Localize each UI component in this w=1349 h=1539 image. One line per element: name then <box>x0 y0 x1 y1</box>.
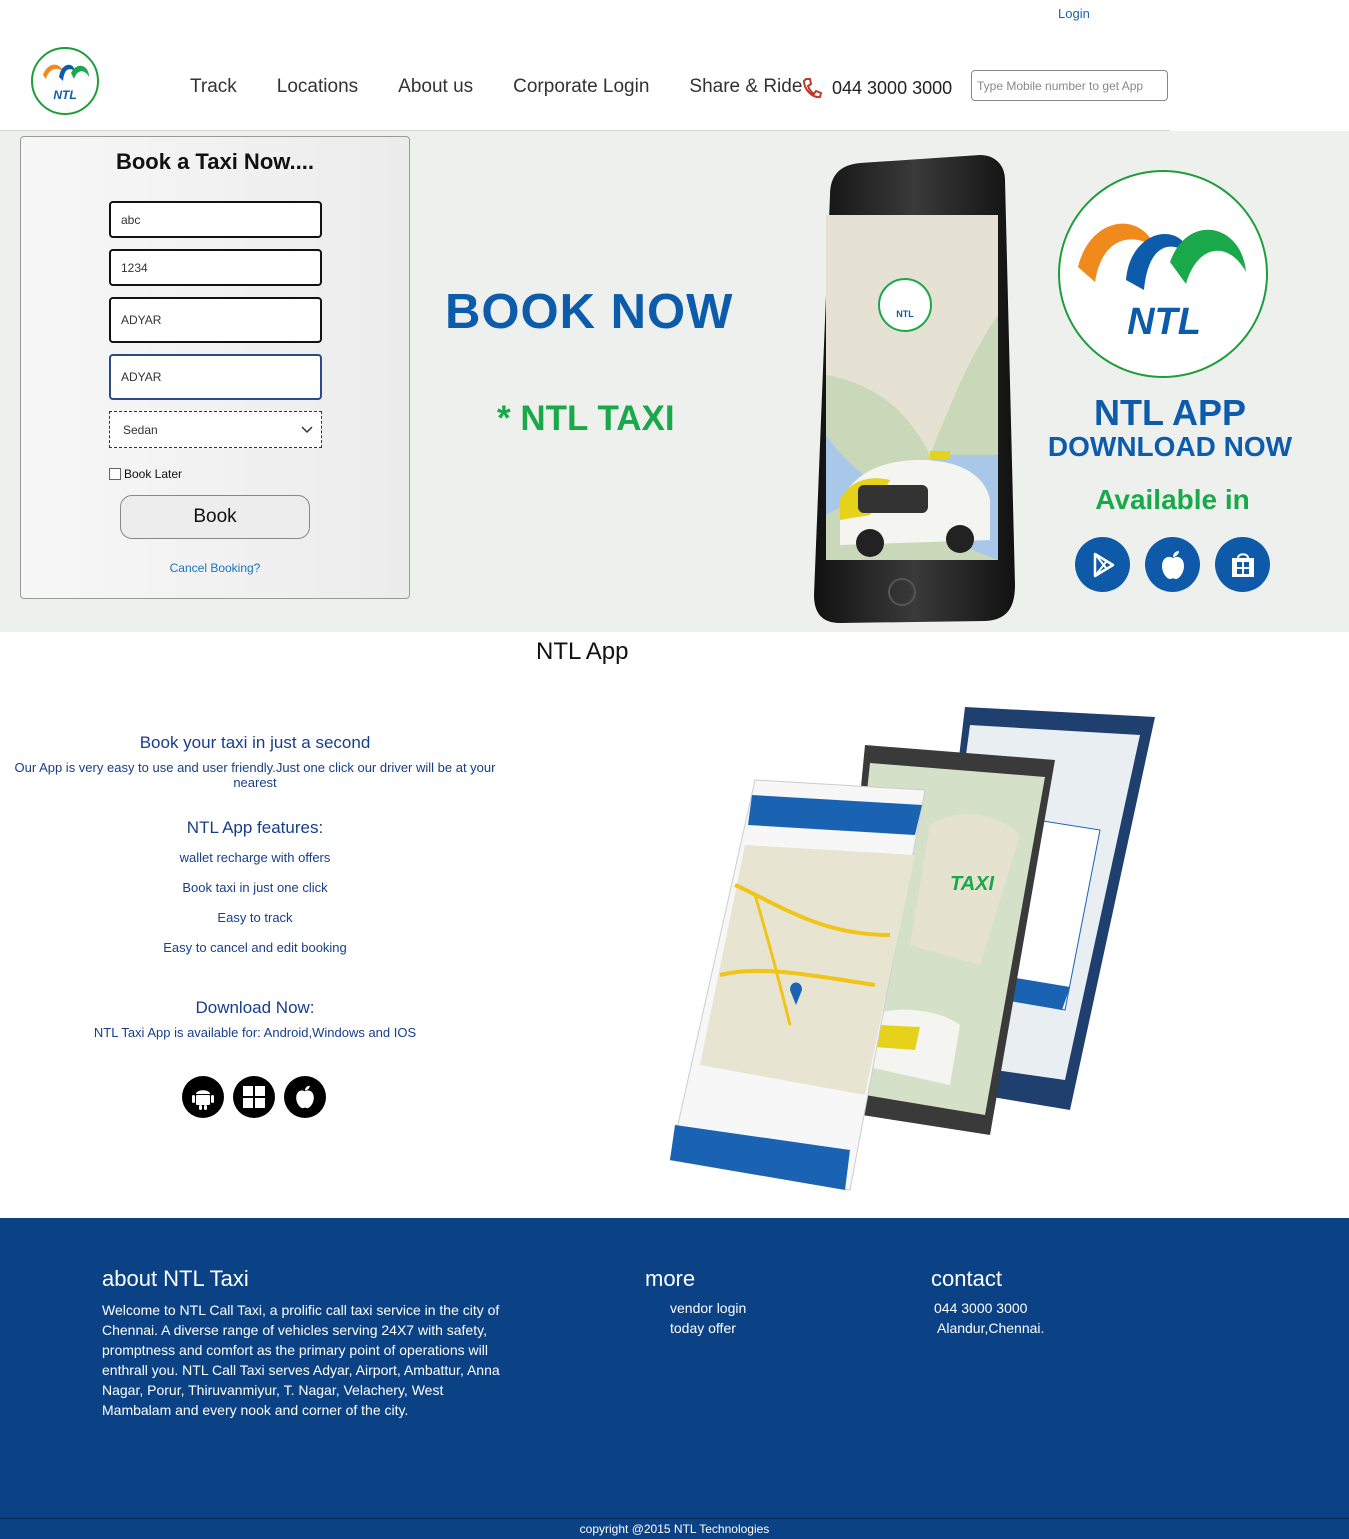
pickup-field[interactable]: ADYAR <box>109 297 322 343</box>
book-later-checkbox[interactable] <box>109 468 121 480</box>
available-in-title: Available in <box>1095 484 1250 515</box>
feature-item: Easy to cancel and edit booking <box>163 940 347 955</box>
windows-store-button[interactable] <box>1215 537 1270 592</box>
features-title: NTL App features: <box>186 818 324 837</box>
android-icon <box>192 1090 214 1110</box>
header-phone: 044 3000 3000 <box>802 77 952 99</box>
svg-text:NTL: NTL <box>53 88 76 102</box>
main-nav: Track Locations About us Corporate Login… <box>190 76 802 98</box>
android-download-button[interactable] <box>182 1076 224 1118</box>
phone-with-taxi-image: NTL <box>814 155 1015 623</box>
book-now-heading: BOOK NOW <box>445 285 734 339</box>
footer-more-title: more <box>645 1266 696 1291</box>
footer-about-title: about NTL Taxi <box>102 1266 249 1291</box>
ntl-app-title: NTL APP <box>1093 392 1246 433</box>
ntl-taxi-heading: * NTL TAXI <box>497 399 675 438</box>
nav-corporate-login[interactable]: Corporate Login <box>513 76 649 98</box>
chevron-down-icon <box>301 425 313 433</box>
apple-icon <box>1161 550 1184 579</box>
ntl-logo-large-icon: NTL <box>1078 223 1246 343</box>
nav-share-ride[interactable]: Share & Ride <box>689 76 802 98</box>
booking-form: Book a Taxi Now.... abc 1234 ADYAR ADYAR… <box>20 136 410 599</box>
windows-icon <box>243 1086 265 1108</box>
app-screenshots-image: TAXI <box>669 707 1155 1191</box>
contact-phone: 044 3000 3000 <box>934 1300 1028 1316</box>
ios-download-button[interactable] <box>284 1076 326 1118</box>
tagline-description: Our App is very easy to use and user fri… <box>14 760 496 790</box>
ntl-app-section-title: NTL App <box>536 638 629 665</box>
nav-about-us[interactable]: About us <box>398 76 473 98</box>
download-now-title: DOWNLOAD NOW <box>1047 431 1293 462</box>
booking-title: Book a Taxi Now.... <box>115 149 315 174</box>
contact-address: Alandur,Chennai. <box>937 1320 1045 1336</box>
feature-item: wallet recharge with offers <box>179 850 331 865</box>
mobile-field[interactable]: 1234 <box>109 249 322 286</box>
name-field[interactable]: abc <box>109 201 322 238</box>
feature-item: Easy to track <box>217 910 293 925</box>
footer: about NTL Taxi Welcome to NTL Call Taxi,… <box>0 1218 1349 1518</box>
hero-banner: Book a Taxi Now.... abc 1234 ADYAR ADYAR… <box>0 131 1349 632</box>
nav-locations[interactable]: Locations <box>277 76 358 98</box>
download-now-subtitle: Download Now: <box>195 998 315 1017</box>
windows-store-icon <box>1231 552 1254 577</box>
phone-icon <box>802 78 822 99</box>
ntl-app-logo: NTL <box>1058 170 1268 378</box>
drop-field[interactable]: ADYAR <box>109 354 322 400</box>
today-offer-link[interactable]: today offer <box>670 1320 736 1336</box>
copyright: copyright @2015 NTL Technologies <box>0 1518 1349 1539</box>
ntl-logo-icon: NTL <box>43 64 89 102</box>
footer-about-text: Welcome to NTL Call Taxi, a prolific cal… <box>102 1302 500 1418</box>
book-button[interactable]: Book <box>120 495 310 539</box>
ntl-logo[interactable]: NTL <box>31 47 99 115</box>
vendor-login-link[interactable]: vendor login <box>670 1300 746 1316</box>
login-link[interactable]: Login <box>1058 6 1090 21</box>
google-play-button[interactable] <box>1075 537 1130 592</box>
svg-text:TAXI: TAXI <box>950 873 995 895</box>
vehicle-select-value: Sedan <box>123 422 158 437</box>
header-phone-number: 044 3000 3000 <box>832 77 953 98</box>
svg-text:NTL: NTL <box>896 309 914 319</box>
svg-text:NTL: NTL <box>1127 301 1201 343</box>
mobile-app-input[interactable] <box>971 70 1168 101</box>
download-description: NTL Taxi App is available for: Android,W… <box>93 1025 417 1040</box>
windows-download-button[interactable] <box>233 1076 275 1118</box>
cancel-booking-link[interactable]: Cancel Booking? <box>21 561 409 575</box>
google-play-icon <box>1093 552 1114 577</box>
apple-icon <box>296 1085 314 1109</box>
footer-contact-title: contact <box>931 1266 1002 1291</box>
feature-item: Book taxi in just one click <box>182 880 328 895</box>
book-later-label: Book Later <box>124 467 183 481</box>
tagline: Book your taxi in just a second <box>139 733 371 752</box>
vehicle-select[interactable]: Sedan <box>109 411 322 448</box>
app-store-button[interactable] <box>1145 537 1200 592</box>
nav-track[interactable]: Track <box>190 76 237 98</box>
book-later-option[interactable]: Book Later <box>109 467 182 481</box>
